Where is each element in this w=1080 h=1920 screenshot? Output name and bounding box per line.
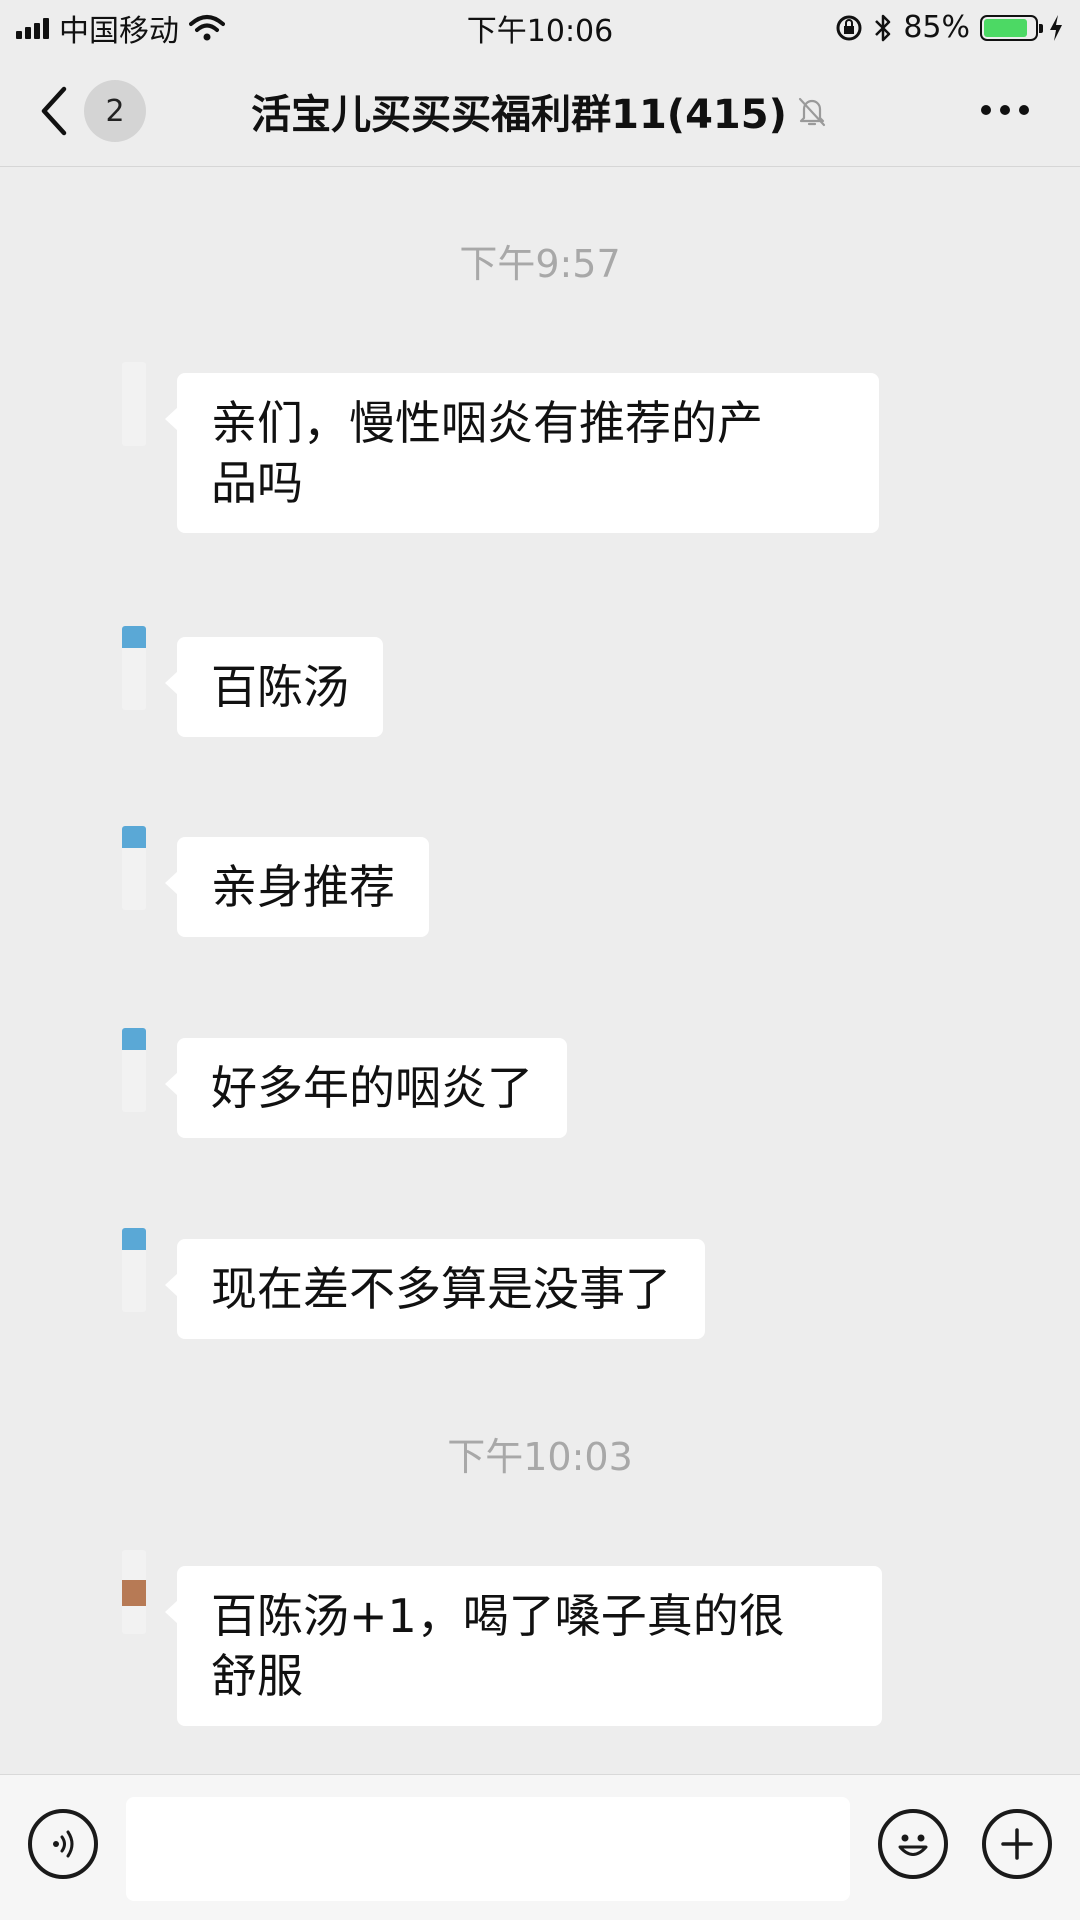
message-text: 好多年的咽炎了 (211, 1061, 533, 1115)
message-text: 亲身推荐 (211, 860, 395, 914)
bell-muted-icon (798, 97, 825, 127)
message-text: 百陈汤 (211, 660, 349, 714)
voice-button[interactable] (28, 1809, 98, 1879)
more-button[interactable] (970, 85, 1040, 135)
message-text-line: 百陈汤+1，喝了嗓子真的很 (211, 1589, 785, 1643)
voice-icon (53, 1830, 74, 1858)
message-bubble[interactable]: 亲们，慢性咽炎有推荐的产 品吗 (165, 373, 879, 533)
signal-bars-icon (16, 17, 49, 39)
group-title-text: 活宝儿买买买福利群11(415) (251, 92, 787, 138)
avatar[interactable] (122, 1228, 146, 1312)
message-bubble[interactable]: 百陈汤 (165, 637, 383, 737)
status-right: 85% (835, 10, 1064, 45)
avatar[interactable] (122, 1028, 146, 1112)
battery-level-fill (984, 18, 1027, 37)
input-bar (0, 1774, 1080, 1920)
bluetooth-icon (875, 14, 891, 41)
message-bubble[interactable]: 百陈汤+1，喝了嗓子真的很 舒服 (165, 1566, 882, 1726)
message-bubble[interactable]: 好多年的咽炎了 (165, 1038, 567, 1138)
nav-bar: 2 活宝儿买买买福利群11(415) (0, 55, 1080, 167)
charging-bolt-icon (1050, 14, 1062, 41)
orientation-lock-icon (836, 15, 862, 40)
message-text-line: 舒服 (211, 1649, 303, 1703)
chat-area[interactable]: 下午9:57 亲们，慢性咽炎有推荐的产 品吗 百陈汤 亲身推荐 好多年的咽炎了 … (0, 168, 1080, 1774)
battery-percent: 85% (903, 10, 970, 45)
carrier-name: 中国移动 (59, 13, 179, 49)
message-bubble[interactable]: 现在差不多算是没事了 (165, 1239, 705, 1339)
chat-screen: 中国移动 下午10:06 85% 2 活宝儿买买买福利群11(415) 下午9:… (0, 0, 1080, 1920)
status-bar: 中国移动 下午10:06 85% (0, 0, 1080, 55)
battery-icon (980, 14, 1043, 41)
avatar[interactable] (122, 826, 146, 910)
timestamp: 下午10:03 (447, 1435, 633, 1479)
unread-count-badge[interactable]: 2 (84, 80, 146, 142)
avatar[interactable] (122, 626, 146, 710)
avatar[interactable] (122, 362, 146, 446)
plus-icon (1001, 1828, 1033, 1860)
group-title[interactable]: 活宝儿买买买福利群11(415) (180, 55, 900, 167)
status-left: 中国移动 (16, 6, 225, 50)
wifi-icon (189, 14, 225, 40)
message-text-line: 亲们，慢性咽炎有推荐的产 (211, 396, 763, 450)
emoji-icon (898, 1834, 928, 1856)
message-text-line: 品吗 (211, 456, 303, 510)
back-button[interactable] (34, 83, 78, 139)
message-bubble[interactable]: 亲身推荐 (165, 837, 429, 937)
more-dots-icon (981, 105, 1029, 115)
emoji-button[interactable] (878, 1809, 948, 1879)
timestamp: 下午9:57 (459, 242, 621, 286)
avatar[interactable] (122, 1550, 146, 1634)
message-text: 现在差不多算是没事了 (211, 1262, 671, 1316)
message-input[interactable] (126, 1797, 850, 1901)
plus-button[interactable] (982, 1809, 1052, 1879)
chevron-left-icon (41, 86, 67, 136)
